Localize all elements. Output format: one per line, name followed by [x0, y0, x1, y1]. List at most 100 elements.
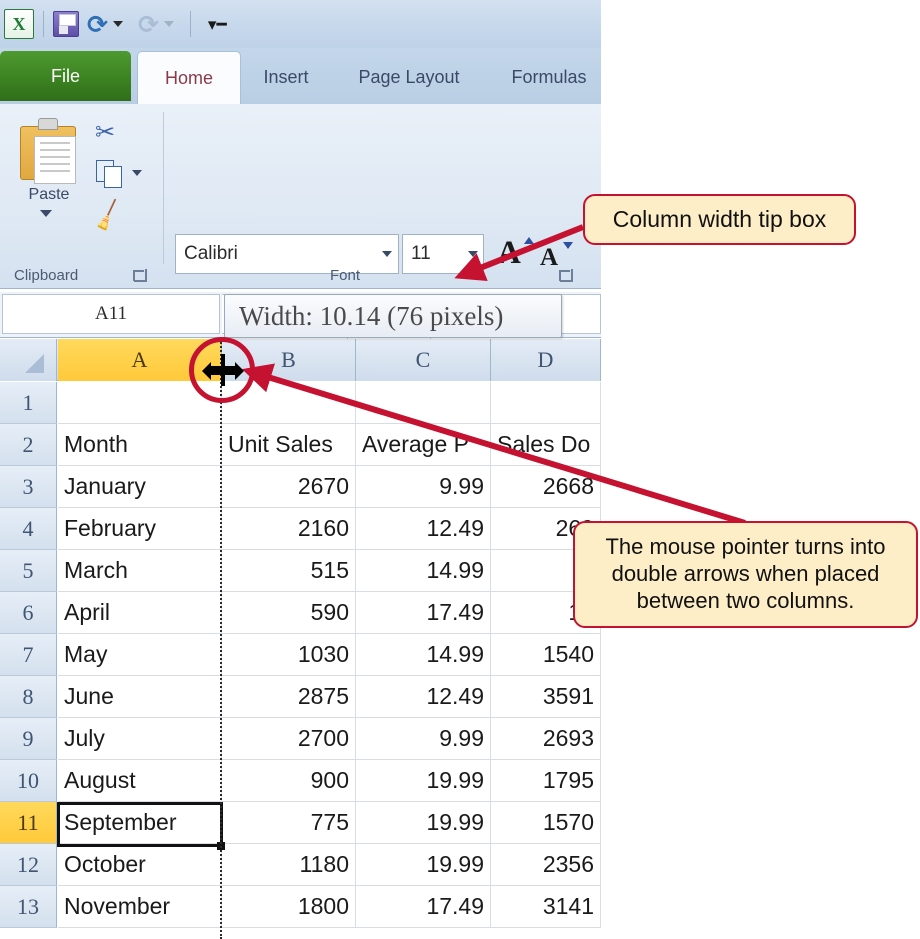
customize-quick-access-icon[interactable]: ▾━ [208, 16, 227, 33]
format-painter-icon[interactable]: 🧹 [89, 198, 127, 235]
cell-D12[interactable]: 2356 [491, 844, 601, 886]
paste-dropdown-icon[interactable] [40, 210, 52, 217]
cell-A8[interactable]: June [58, 676, 222, 718]
cell-C4[interactable]: 12.49 [356, 508, 491, 550]
copy-dropdown-icon[interactable] [132, 170, 142, 176]
cell-A11[interactable]: September [58, 802, 222, 844]
cell-B4[interactable]: 2160 [222, 508, 356, 550]
tab-file[interactable]: File [0, 51, 131, 101]
cell-B12[interactable]: 1180 [222, 844, 356, 886]
cell-D10[interactable]: 1795 [491, 760, 601, 802]
cell-A3[interactable]: January [58, 466, 222, 508]
shrink-font-button[interactable]: A [540, 244, 558, 272]
row-header-6[interactable]: 6 [0, 592, 57, 634]
paste-button[interactable] [18, 116, 80, 184]
cell-C13[interactable]: 17.49 [356, 886, 491, 928]
name-box[interactable]: A11 [2, 294, 220, 334]
row-header-13[interactable]: 13 [0, 886, 57, 928]
column-header-c[interactable]: C [356, 339, 491, 381]
cell-D13[interactable]: 3141 [491, 886, 601, 928]
cell-C9[interactable]: 9.99 [356, 718, 491, 760]
font-size-input[interactable]: 11 [402, 234, 484, 274]
cell-A4[interactable]: February [58, 508, 222, 550]
redo-icon[interactable]: ⟳ [138, 12, 159, 37]
font-name-chevron-down-icon[interactable] [382, 251, 392, 257]
cell-C8[interactable]: 12.49 [356, 676, 491, 718]
fill-handle[interactable] [217, 842, 225, 850]
cell-A6[interactable]: April [58, 592, 222, 634]
cell-D1[interactable] [491, 382, 601, 424]
cell-value: 14.99 [426, 641, 484, 667]
cell-A2[interactable]: Month [58, 424, 222, 466]
cell-D7[interactable]: 1540 [491, 634, 601, 676]
cell-D11[interactable]: 1570 [491, 802, 601, 844]
row-header-10[interactable]: 10 [0, 760, 57, 802]
row-header-11[interactable]: 11 [0, 802, 57, 844]
cell-D9[interactable]: 2693 [491, 718, 601, 760]
cell-C12[interactable]: 19.99 [356, 844, 491, 886]
scissors-icon[interactable]: ✂ [95, 118, 115, 147]
cell-C5[interactable]: 14.99 [356, 550, 491, 592]
cell-B11[interactable]: 775 [222, 802, 356, 844]
row-header-7[interactable]: 7 [0, 634, 57, 676]
cell-A13[interactable]: November [58, 886, 222, 928]
cell-A12[interactable]: October [58, 844, 222, 886]
grow-font-arrow-icon [524, 237, 534, 244]
cell-B5[interactable]: 515 [222, 550, 356, 592]
tab-insert[interactable]: Insert [243, 51, 329, 104]
cell-C7[interactable]: 14.99 [356, 634, 491, 676]
row-header-8[interactable]: 8 [0, 676, 57, 718]
row-header-1[interactable]: 1 [0, 382, 57, 424]
shrink-font-arrow-icon [563, 242, 573, 249]
column-header-b-label: B [281, 347, 296, 372]
cell-C6[interactable]: 17.49 [356, 592, 491, 634]
font-dialog-launcher[interactable] [560, 269, 573, 282]
save-icon[interactable] [53, 11, 79, 37]
row-header-5[interactable]: 5 [0, 550, 57, 592]
column-width-tip-text: Width: 10.14 (76 pixels) [239, 300, 504, 331]
cell-C3[interactable]: 9.99 [356, 466, 491, 508]
cell-C2[interactable]: Average P [356, 424, 491, 466]
select-all-corner-icon[interactable] [0, 339, 57, 381]
cell-B9[interactable]: 2700 [222, 718, 356, 760]
undo-dropdown-icon[interactable] [112, 21, 123, 27]
cell-B13[interactable]: 1800 [222, 886, 356, 928]
cell-value: 1180 [299, 851, 349, 877]
column-header-d-label: D [537, 347, 554, 372]
column-header-d[interactable]: D [491, 339, 601, 381]
cell-A9[interactable]: July [58, 718, 222, 760]
row-header-2[interactable]: 2 [0, 424, 57, 466]
excel-logo-icon[interactable]: X [4, 9, 34, 39]
cell-D3[interactable]: 2668 [491, 466, 601, 508]
cell-B10[interactable]: 900 [222, 760, 356, 802]
cell-B6[interactable]: 590 [222, 592, 356, 634]
cell-C1[interactable] [356, 382, 491, 424]
row-header-9[interactable]: 9 [0, 718, 57, 760]
redo-dropdown-icon[interactable] [163, 21, 174, 27]
undo-icon[interactable]: ⟲ [87, 10, 108, 39]
clipboard-dialog-launcher[interactable] [134, 269, 147, 282]
cell-A5[interactable]: March [58, 550, 222, 592]
cell-B2[interactable]: Unit Sales [222, 424, 356, 466]
cell-A7[interactable]: May [58, 634, 222, 676]
tab-home[interactable]: Home [137, 51, 241, 104]
copy-icon[interactable] [96, 160, 124, 188]
cell-C11[interactable]: 19.99 [356, 802, 491, 844]
cell-B8[interactable]: 2875 [222, 676, 356, 718]
cell-value: 9.99 [439, 725, 484, 751]
cell-value: 1540 [542, 641, 594, 667]
tab-formulas[interactable]: Formulas [489, 51, 601, 104]
cell-D2[interactable]: Sales Do [491, 424, 601, 466]
row-header-4[interactable]: 4 [0, 508, 57, 550]
font-name-input[interactable]: Calibri [175, 234, 399, 274]
cell-C10[interactable]: 19.99 [356, 760, 491, 802]
cell-D8[interactable]: 3591 [491, 676, 601, 718]
grow-font-button[interactable]: A [497, 235, 521, 272]
cell-B3[interactable]: 2670 [222, 466, 356, 508]
row-header-12[interactable]: 12 [0, 844, 57, 886]
font-size-chevron-down-icon[interactable] [468, 251, 478, 257]
row-header-3[interactable]: 3 [0, 466, 57, 508]
cell-A10[interactable]: August [58, 760, 222, 802]
cell-B7[interactable]: 1030 [222, 634, 356, 676]
tab-page-layout[interactable]: Page Layout [331, 51, 487, 104]
